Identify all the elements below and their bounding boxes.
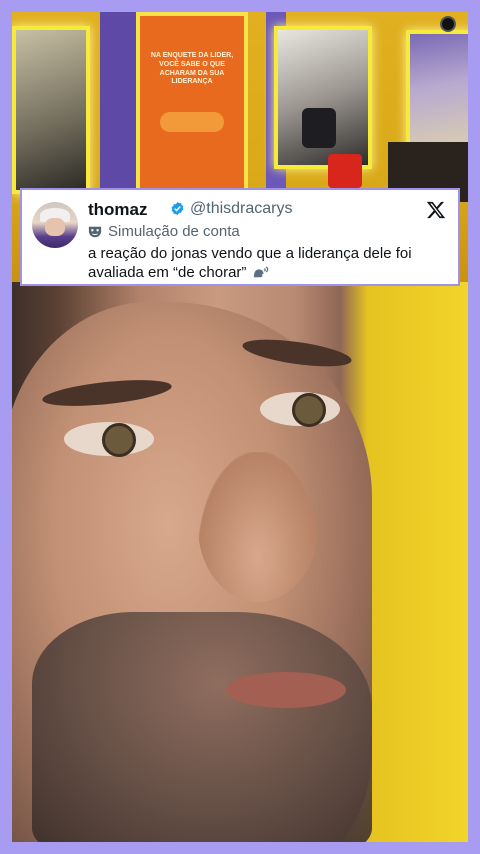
- verified-badge-icon: [171, 201, 184, 216]
- avatar-face: [45, 218, 65, 236]
- leadership-poster: NA ENQUETE DA LIDER, VOCÊ SABE O QUE ACH…: [136, 12, 248, 194]
- right-iris: [292, 393, 326, 427]
- x-logo-icon: [426, 201, 446, 219]
- avatar[interactable]: [32, 202, 78, 248]
- left-eye: [64, 422, 154, 457]
- tweet-text: a reação do jonas vendo que a liderança …: [88, 244, 448, 282]
- mirror-left: [12, 26, 90, 194]
- beard: [32, 612, 372, 842]
- chair: [302, 108, 336, 148]
- account-simulation-label: Simulação de conta: [108, 223, 240, 240]
- poster-badge: [160, 112, 224, 132]
- red-object: [328, 154, 362, 188]
- video-frame: NA ENQUETE DA LIDER, VOCÊ SABE O QUE ACH…: [12, 12, 468, 842]
- left-iris: [102, 423, 136, 457]
- simulation-mask-icon: [88, 226, 102, 238]
- display-name[interactable]: thomaz: [88, 200, 148, 220]
- camera-icon: [440, 16, 456, 32]
- speaking-head-icon: [253, 266, 268, 278]
- tweet-card[interactable]: thomaz @thisdracarys Simulação de conta …: [20, 188, 460, 286]
- nose: [198, 452, 318, 602]
- right-eye: [260, 392, 340, 427]
- poster-text: NA ENQUETE DA LIDER, VOCÊ SABE O QUE ACH…: [150, 52, 234, 86]
- purple-wall: [100, 12, 140, 212]
- user-handle[interactable]: @thisdracarys: [190, 200, 293, 218]
- lips: [226, 672, 346, 708]
